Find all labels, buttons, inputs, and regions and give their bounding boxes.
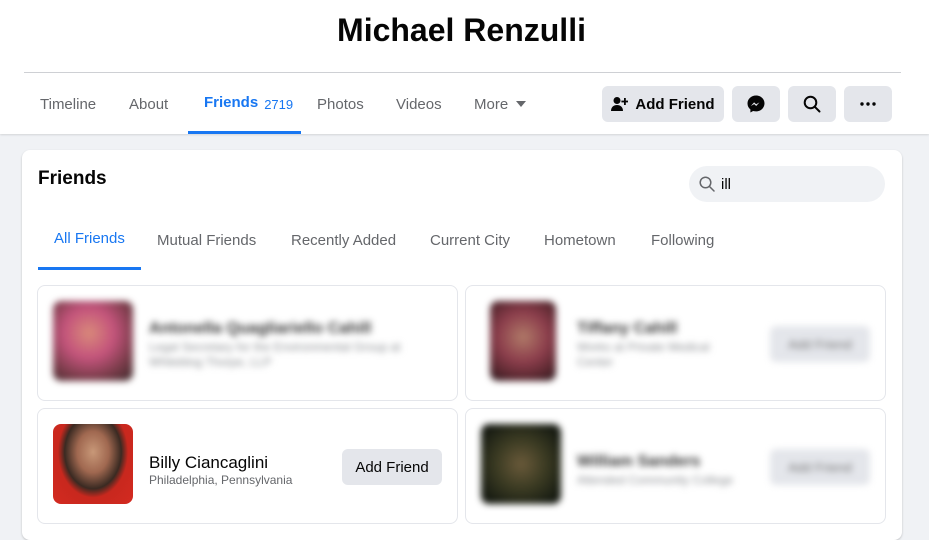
subtab-all-friends[interactable]: All Friends [38, 210, 141, 270]
friends-search-input[interactable] [721, 175, 871, 193]
caret-down-icon [516, 101, 527, 107]
add-friend-button[interactable]: Add Friend [342, 449, 442, 485]
tab-about[interactable]: About [113, 74, 184, 134]
more-options-button[interactable] [844, 86, 892, 122]
add-friend-button[interactable]: Add Friend [770, 449, 870, 485]
friends-section-title: Friends [38, 168, 107, 189]
tab-photos[interactable]: Photos [301, 74, 380, 134]
messenger-button[interactable] [732, 86, 780, 122]
tab-videos[interactable]: Videos [380, 74, 458, 134]
search-button[interactable] [788, 86, 836, 122]
tab-friends-label: Friends [204, 94, 259, 111]
friend-card: Billy Ciancaglini Philadelphia, Pennsylv… [37, 408, 458, 524]
friend-card: Tiffany Cahill Works at Private Medical … [465, 285, 886, 401]
friend-avatar[interactable] [53, 301, 133, 381]
friend-subtitle: Legal Secretary for the Environmental Gr… [149, 340, 401, 369]
friend-avatar[interactable] [53, 424, 133, 504]
subtab-current-city[interactable]: Current City [414, 210, 526, 270]
friends-card: Friends All Friends Mutual Friends Recen… [22, 150, 902, 540]
add-friend-label: Add Friend [635, 95, 715, 113]
friend-subtitle: Philadelphia, Pennsylvania [149, 473, 293, 487]
tab-friends[interactable]: Friends 2719 [188, 74, 301, 134]
friends-search-box[interactable] [689, 166, 885, 202]
friend-name[interactable]: William Sanders [577, 453, 747, 471]
friend-card: William Sanders Attended Community Colle… [465, 408, 886, 524]
friend-subtitle: Works at Private Medical Center [577, 340, 710, 369]
subtab-mutual-friends[interactable]: Mutual Friends [141, 210, 272, 270]
tab-timeline[interactable]: Timeline [24, 74, 112, 134]
header-divider [24, 72, 901, 73]
tab-more[interactable]: More [458, 74, 542, 134]
friend-name[interactable]: Billy Ciancaglini [149, 453, 268, 473]
friends-count: 2719 [264, 96, 294, 112]
friend-avatar[interactable] [490, 301, 556, 381]
friend-name[interactable]: Tiffany Cahill [577, 320, 747, 338]
search-icon [803, 95, 821, 113]
add-person-icon [611, 97, 629, 111]
messenger-icon [747, 95, 765, 113]
friend-card: Antonella Quagliariello Cahill Legal Sec… [37, 285, 458, 401]
profile-name: Michael Renzulli [337, 12, 586, 48]
profile-header: Michael Renzulli Timeline About Friends … [0, 0, 929, 134]
add-friend-button[interactable]: Add Friend [602, 86, 724, 122]
friend-name[interactable]: Antonella Quagliariello Cahill [149, 320, 429, 338]
friend-avatar[interactable] [481, 424, 561, 504]
tab-more-label: More [474, 95, 509, 113]
subtab-following[interactable]: Following [635, 210, 730, 270]
subtab-hometown[interactable]: Hometown [528, 210, 632, 270]
subtab-recently-added[interactable]: Recently Added [275, 210, 412, 270]
friend-subtitle: Attended Community College [577, 473, 734, 487]
more-icon [860, 102, 876, 106]
search-icon [699, 176, 715, 192]
add-friend-button[interactable]: Add Friend [770, 326, 870, 362]
